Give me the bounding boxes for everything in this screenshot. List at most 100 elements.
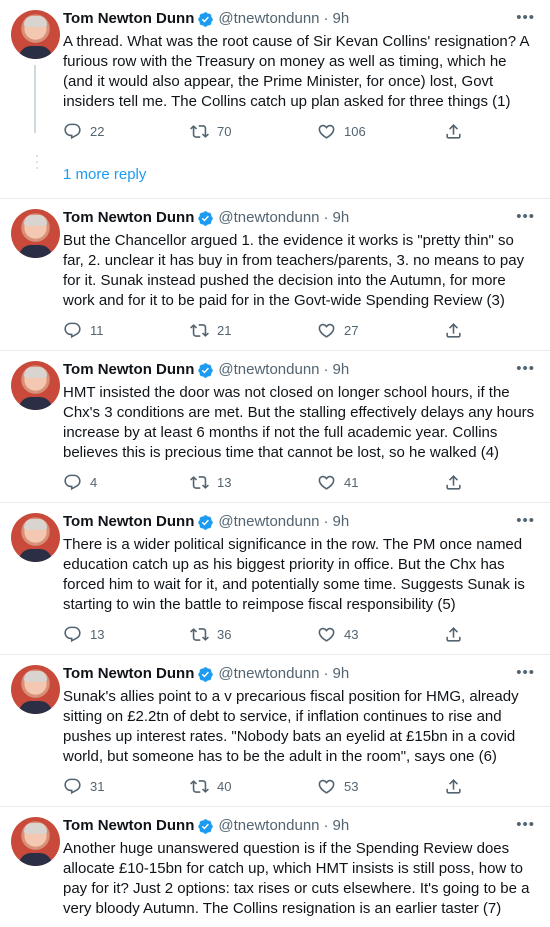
- more-replies-row[interactable]: 1 more reply: [0, 151, 550, 198]
- like-button[interactable]: 53: [317, 777, 444, 796]
- author-name[interactable]: Tom Newton Dunn: [63, 666, 194, 682]
- retweet-button[interactable]: 70: [190, 122, 317, 141]
- tweet-thread: Tom Newton Dunn @tnewtondunn · 9h ••• A …: [0, 0, 550, 927]
- like-button[interactable]: 27: [317, 321, 444, 340]
- share-button[interactable]: [444, 321, 484, 340]
- tweet-header: Tom Newton Dunn @tnewtondunn · 9h: [63, 210, 535, 226]
- tweet[interactable]: Tom Newton Dunn @tnewtondunn · 9h ••• Bu…: [0, 198, 550, 350]
- avatar[interactable]: [11, 10, 60, 59]
- share-icon: [446, 322, 461, 338]
- verified-badge-icon: [197, 666, 214, 683]
- tweet-actions: 22 70 106: [63, 121, 535, 141]
- more-icon[interactable]: •••: [516, 9, 535, 26]
- author-handle[interactable]: @tnewtondunn: [218, 666, 319, 682]
- reply-icon: [64, 778, 81, 794]
- tweet[interactable]: Tom Newton Dunn @tnewtondunn · 9h ••• Su…: [0, 654, 550, 806]
- retweet-button[interactable]: 40: [190, 777, 317, 796]
- more-icon[interactable]: •••: [516, 512, 535, 529]
- retweet-count: 40: [217, 778, 232, 794]
- like-count: 41: [344, 474, 359, 490]
- like-button[interactable]: 41: [317, 473, 444, 492]
- share-button[interactable]: [444, 473, 484, 492]
- show-more-replies-link[interactable]: 1 more reply: [63, 166, 146, 183]
- timestamp[interactable]: 9h: [333, 210, 350, 226]
- reply-button[interactable]: 13: [63, 625, 190, 644]
- tweet[interactable]: Tom Newton Dunn @tnewtondunn · 9h ••• A …: [0, 0, 550, 151]
- author-handle[interactable]: @tnewtondunn: [218, 11, 319, 27]
- avatar[interactable]: [11, 361, 60, 410]
- tweet-actions: 11 21 27: [63, 320, 535, 340]
- timestamp[interactable]: 9h: [333, 514, 350, 530]
- share-button[interactable]: [444, 777, 484, 796]
- avatar[interactable]: [11, 209, 60, 258]
- reply-icon: [64, 474, 81, 490]
- thread-gap-dots: [8, 151, 63, 198]
- author-name[interactable]: Tom Newton Dunn: [63, 210, 194, 226]
- more-icon[interactable]: •••: [516, 360, 535, 377]
- separator-dot: ·: [323, 817, 329, 834]
- avatar[interactable]: [11, 513, 60, 562]
- tweet[interactable]: Tom Newton Dunn @tnewtondunn · 9h ••• An…: [0, 806, 550, 927]
- reply-icon: [64, 123, 81, 139]
- author-name[interactable]: Tom Newton Dunn: [63, 11, 194, 27]
- reply-count: 4: [90, 474, 98, 490]
- reply-button[interactable]: 22: [63, 122, 190, 141]
- tweet-actions: 13 36 43: [63, 624, 535, 644]
- timestamp[interactable]: 9h: [333, 11, 350, 27]
- like-button[interactable]: 43: [317, 625, 444, 644]
- like-button[interactable]: 106: [317, 122, 444, 141]
- like-count: 27: [344, 322, 359, 338]
- author-name[interactable]: Tom Newton Dunn: [63, 362, 194, 378]
- retweet-button[interactable]: 36: [190, 625, 317, 644]
- more-icon[interactable]: •••: [516, 816, 535, 833]
- reply-button[interactable]: 4: [63, 473, 190, 492]
- timestamp[interactable]: 9h: [333, 362, 350, 378]
- reply-button[interactable]: 11: [63, 321, 190, 340]
- tweet-text: Sunak's allies point to a v precarious f…: [63, 688, 519, 765]
- reply-button[interactable]: 31: [63, 777, 190, 796]
- retweet-button[interactable]: 21: [190, 321, 317, 340]
- timestamp[interactable]: 9h: [333, 818, 350, 834]
- like-count: 106: [344, 123, 366, 139]
- tweet-text: A thread. What was the root cause of Sir…: [63, 33, 529, 110]
- heart-icon: [318, 779, 335, 794]
- share-icon: [446, 474, 461, 490]
- tweet-actions: 31 40 53: [63, 776, 535, 796]
- retweet-count: 21: [217, 322, 232, 338]
- retweet-button[interactable]: 13: [190, 473, 317, 492]
- tweet-text: But the Chancellor argued 1. the evidenc…: [63, 232, 525, 309]
- share-icon: [446, 778, 461, 794]
- retweet-icon: [190, 124, 209, 138]
- retweet-count: 13: [217, 474, 232, 490]
- heart-icon: [318, 627, 335, 642]
- retweet-icon: [190, 323, 209, 337]
- retweet-icon: [190, 627, 209, 641]
- verified-badge-icon: [197, 11, 214, 28]
- author-handle[interactable]: @tnewtondunn: [218, 818, 319, 834]
- heart-icon: [318, 124, 335, 139]
- author-name[interactable]: Tom Newton Dunn: [63, 818, 194, 834]
- tweet-actions: 4 13 41: [63, 472, 535, 492]
- author-handle[interactable]: @tnewtondunn: [218, 210, 319, 226]
- avatar[interactable]: [11, 817, 60, 866]
- author-name[interactable]: Tom Newton Dunn: [63, 514, 194, 530]
- more-icon[interactable]: •••: [516, 664, 535, 681]
- share-button[interactable]: [444, 122, 484, 141]
- timestamp[interactable]: 9h: [333, 666, 350, 682]
- separator-dot: ·: [323, 513, 329, 530]
- heart-icon: [318, 323, 335, 338]
- more-icon[interactable]: •••: [516, 208, 535, 225]
- retweet-count: 70: [217, 123, 232, 139]
- reply-count: 31: [90, 778, 105, 794]
- like-count: 53: [344, 778, 359, 794]
- author-handle[interactable]: @tnewtondunn: [218, 514, 319, 530]
- author-handle[interactable]: @tnewtondunn: [218, 362, 319, 378]
- avatar[interactable]: [11, 665, 60, 714]
- verified-badge-icon: [197, 210, 214, 227]
- verified-badge-icon: [197, 362, 214, 379]
- thread-line: [34, 65, 36, 133]
- tweet[interactable]: Tom Newton Dunn @tnewtondunn · 9h ••• Th…: [0, 502, 550, 654]
- share-button[interactable]: [444, 625, 484, 644]
- tweet[interactable]: Tom Newton Dunn @tnewtondunn · 9h ••• HM…: [0, 350, 550, 502]
- separator-dot: ·: [323, 209, 329, 226]
